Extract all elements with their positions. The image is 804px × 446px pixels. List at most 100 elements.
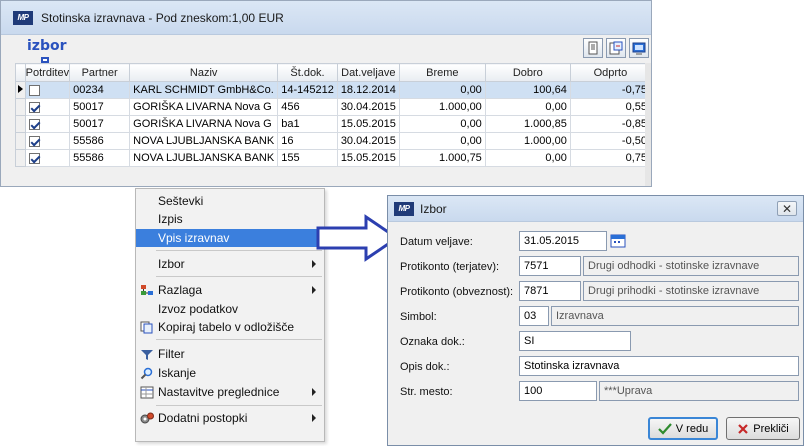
cell-stdok[interactable]: 155 [277, 149, 338, 167]
cell-stdok[interactable]: ba1 [277, 115, 338, 133]
cell-naziv[interactable]: GORIŠKA LIVARNA Nova G [129, 98, 279, 116]
cell-odprto[interactable]: 0,75 [569, 149, 651, 167]
col-naziv[interactable]: Naziv [129, 63, 279, 82]
col-datum[interactable]: Dat.veljave [336, 63, 400, 82]
cell-dobro[interactable]: 1.000,85 [484, 115, 571, 133]
menu-label: Nastavitve preglednice [158, 385, 280, 399]
potrditev-checkbox[interactable] [28, 118, 40, 130]
cell-breme[interactable]: 1.000,75 [398, 149, 486, 167]
row-indicator-header [15, 63, 26, 82]
monitor-icon [632, 42, 646, 55]
cell-partner[interactable]: 00234 [69, 81, 131, 99]
oznaka-dok-input[interactable]: SI [519, 331, 631, 351]
cell-datum[interactable]: 30.04.2015 [336, 132, 400, 150]
cell-naziv[interactable]: GORIŠKA LIVARNA Nova G [129, 115, 279, 133]
opis-dok-input[interactable]: Stotinska izravnava [519, 356, 799, 376]
cell-stdok[interactable]: 14-145212 [277, 81, 338, 99]
menu-separator [156, 276, 322, 277]
calendar-icon[interactable] [610, 232, 626, 248]
potrditev-checkbox[interactable] [28, 101, 40, 113]
cell-dobro[interactable]: 1.000,00 [484, 132, 571, 150]
cell-breme[interactable]: 0,00 [398, 115, 486, 133]
cell-naziv[interactable]: KARL SCHMIDT GmbH&Co. [129, 81, 279, 99]
table-row[interactable]: 55586 NOVA LJUBLJANSKA BANK 155 15.05.2015 1… [15, 149, 651, 167]
cell-dobro[interactable]: 100,64 [484, 81, 571, 99]
dialog-titlebar: MP Izbor [388, 196, 803, 222]
cell-datum[interactable]: 15.05.2015 [336, 115, 400, 133]
col-partner[interactable]: Partner [69, 63, 131, 82]
menu-item-razlaga[interactable]: Razlaga [136, 281, 324, 299]
protikonto-obveznost-input[interactable]: 7871 [519, 281, 581, 301]
cell-datum[interactable]: 15.05.2015 [336, 149, 400, 167]
cell-stdok[interactable]: 16 [277, 132, 338, 150]
cancel-button[interactable]: Prekliči [726, 417, 800, 440]
menu-item-izpis[interactable]: Izpis [136, 210, 324, 228]
col-potrditev[interactable]: Potrditev [24, 63, 71, 82]
cell-odprto[interactable]: 0,55 [569, 98, 651, 116]
grid-scrollbar[interactable] [645, 63, 651, 186]
protikonto-terjatev-input[interactable]: 7571 [519, 256, 581, 276]
menu-item-vpis-izravnav[interactable]: Vpis izravnav [136, 229, 324, 247]
cell-partner[interactable]: 55586 [69, 132, 131, 150]
export-button[interactable] [606, 38, 626, 58]
menu-item-filter[interactable]: Filter [136, 345, 324, 363]
current-row-arrow-icon [17, 85, 23, 93]
potrditev-checkbox[interactable] [28, 84, 40, 96]
menu-label: Izbor [158, 257, 185, 271]
grid-header: Potrditev Partner Naziv Št.dok. Dat.velj… [15, 63, 651, 82]
data-grid: Potrditev Partner Naziv Št.dok. Dat.velj… [15, 63, 651, 167]
cell-odprto[interactable]: -0,75 [569, 81, 651, 99]
menu-item-nastavitve[interactable]: Nastavitve preglednice [136, 383, 324, 401]
simbol-input[interactable]: 03 [519, 306, 549, 326]
table-row[interactable]: 55586 NOVA LJUBLJANSKA BANK 16 30.04.2015 0,… [15, 132, 651, 150]
menu-item-izbor[interactable]: Izbor [136, 255, 324, 273]
cell-odprto[interactable]: -0,50 [569, 132, 651, 150]
row-indicator [15, 115, 26, 133]
col-stdok[interactable]: Št.dok. [277, 63, 338, 82]
dialog-title: Izbor [420, 201, 447, 216]
menu-item-izvoz-podatkov[interactable]: Izvoz podatkov [136, 300, 324, 318]
export-icon [609, 41, 623, 55]
col-odprto[interactable]: Odprto [569, 63, 651, 82]
table-row[interactable]: 00234 KARL SCHMIDT GmbH&Co. 14-145212 18.12… [15, 81, 651, 99]
menu-item-iskanje[interactable]: Iskanje [136, 364, 324, 382]
cell-partner[interactable]: 50017 [69, 115, 131, 133]
cell-naziv[interactable]: NOVA LJUBLJANSKA BANK [129, 149, 279, 167]
print-preview-button[interactable] [583, 38, 603, 58]
potrditev-checkbox[interactable] [28, 152, 40, 164]
window-button[interactable] [629, 38, 649, 58]
cell-breme[interactable]: 0,00 [398, 132, 486, 150]
potrditev-checkbox[interactable] [28, 135, 40, 147]
str-mesto-input[interactable]: 100 [519, 381, 597, 401]
label-protikonto-terjatev: Protikonto (terjatev): [400, 261, 500, 273]
cell-odprto[interactable]: -0,85 [569, 115, 651, 133]
menu-item-dodatni-postopki[interactable]: Dodatni postopki [136, 409, 324, 427]
row-indicator [15, 81, 26, 99]
row-indicator [15, 132, 26, 150]
col-dobro[interactable]: Dobro [484, 63, 571, 82]
cell-partner[interactable]: 55586 [69, 149, 131, 167]
close-button[interactable]: ✕ [777, 201, 797, 216]
datum-veljave-input[interactable]: 31.05.2015 [519, 231, 607, 251]
table-row[interactable]: 50017 GORIŠKA LIVARNA Nova G 456 30.04.2015… [15, 98, 651, 116]
dialog-logo: MP [394, 201, 414, 216]
menu-item-sestevki[interactable]: Seštevki [136, 192, 324, 210]
cell-dobro[interactable]: 0,00 [484, 149, 571, 167]
ok-button[interactable]: V redu [648, 417, 718, 440]
cell-datum[interactable]: 30.04.2015 [336, 98, 400, 116]
cell-naziv[interactable]: NOVA LJUBLJANSKA BANK [129, 132, 279, 150]
label-opis-dok: Opis dok.: [400, 361, 450, 373]
table-row[interactable]: 50017 GORIŠKA LIVARNA Nova Gba1 15.05.2015… [15, 115, 651, 133]
cell-datum[interactable]: 18.12.2014 [336, 81, 400, 99]
potrditev-cell [24, 115, 71, 133]
cell-stdok[interactable]: 456 [277, 98, 338, 116]
izbor-dialog: MP Izbor ✕ Datum veljave: 31.05.2015 Pro… [387, 195, 804, 446]
cell-partner[interactable]: 50017 [69, 98, 131, 116]
menu-item-kopiraj-tabelo[interactable]: Kopiraj tabelo v odložišče [136, 318, 324, 336]
check-icon [658, 422, 672, 435]
col-breme[interactable]: Breme [398, 63, 486, 82]
cell-breme[interactable]: 0,00 [398, 81, 486, 99]
cell-breme[interactable]: 1.000,00 [398, 98, 486, 116]
label-datum-veljave: Datum veljave: [400, 236, 473, 248]
cell-dobro[interactable]: 0,00 [484, 98, 571, 116]
